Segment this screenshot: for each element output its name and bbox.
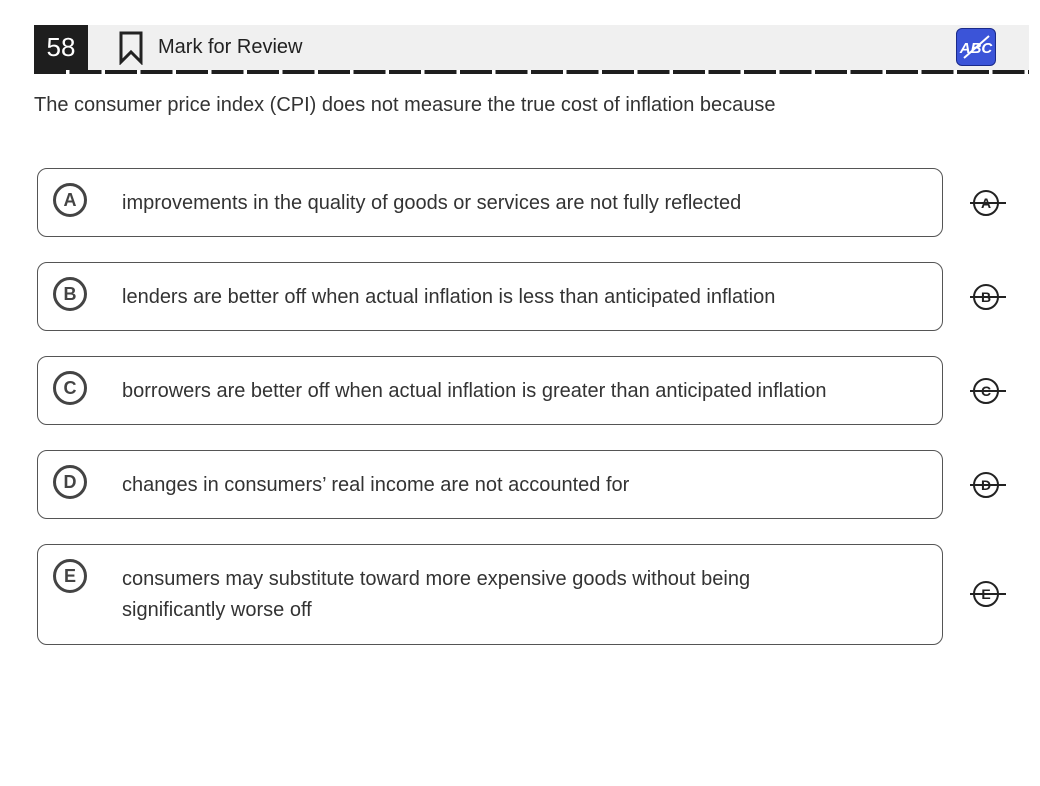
choice-letter: E (53, 559, 87, 593)
choice-letter: B (53, 277, 87, 311)
choice-b[interactable]: B lenders are better off when actual inf… (37, 262, 943, 331)
eliminate-choice-d-button[interactable]: D (970, 469, 1006, 501)
question-text: The consumer price index (CPI) does not … (34, 94, 776, 116)
choice-text: improvements in the quality of goods or … (122, 192, 742, 214)
mark-for-review-button[interactable]: Mark for Review (118, 25, 302, 70)
choice-letter: C (53, 371, 87, 405)
progress-dashes (34, 70, 1029, 74)
choice-d[interactable]: D changes in consumers’ real income are … (37, 450, 943, 519)
abc-strikethrough-icon: ABC (959, 35, 993, 59)
choice-a[interactable]: A improvements in the quality of goods o… (37, 168, 943, 237)
choice-text: borrowers are better off when actual inf… (122, 380, 827, 402)
choice-letter: A (53, 183, 87, 217)
choice-letter: D (53, 465, 87, 499)
choice-text: lenders are better off when actual infla… (122, 286, 776, 308)
eliminate-choice-e-button[interactable]: E (970, 578, 1006, 610)
choice-e[interactable]: E consumers may substitute toward more e… (37, 544, 943, 645)
bookmark-icon (119, 31, 143, 65)
choice-c[interactable]: C borrowers are better off when actual i… (37, 356, 943, 425)
strikethrough-icon (970, 484, 1006, 486)
choice-text: changes in consumers’ real income are no… (122, 474, 630, 496)
eliminate-choice-c-button[interactable]: C (970, 375, 1006, 407)
strikethrough-icon (970, 202, 1006, 204)
strikethrough-icon (970, 593, 1006, 595)
question-number: 58 (34, 25, 88, 70)
question-header: 58 Mark for Review ABC (34, 25, 1029, 70)
strikethrough-icon (970, 390, 1006, 392)
choice-text: consumers may substitute toward more exp… (122, 568, 751, 621)
mark-for-review-label: Mark for Review (158, 36, 303, 58)
eliminate-choice-b-button[interactable]: B (970, 281, 1006, 313)
eliminate-choice-a-button[interactable]: A (970, 187, 1006, 219)
strikethrough-icon (970, 296, 1006, 298)
abc-eliminator-button[interactable]: ABC (956, 28, 996, 66)
